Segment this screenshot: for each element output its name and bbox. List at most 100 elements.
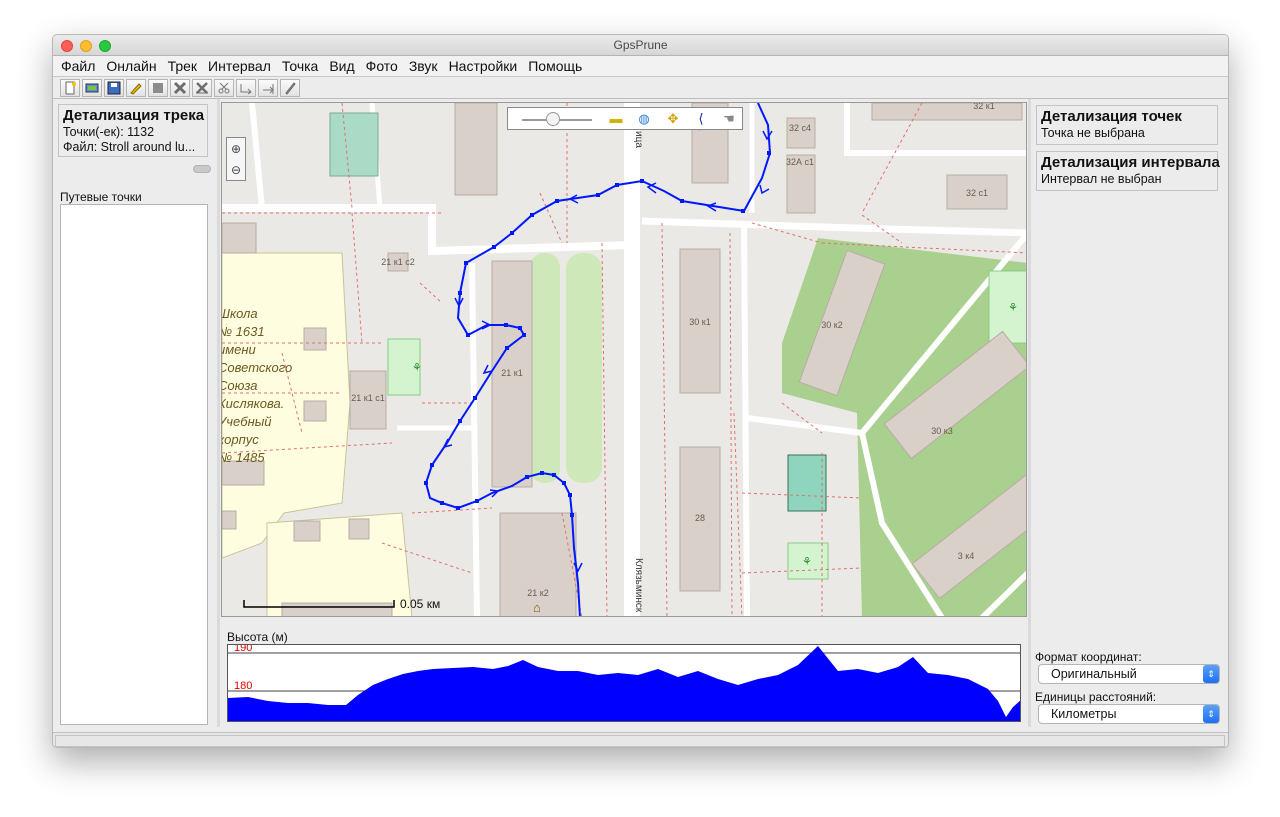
transparency-slider-knob[interactable] bbox=[546, 112, 560, 126]
right-panel: Детализация точек Точка не выбрана Детал… bbox=[1033, 101, 1226, 727]
menu-track[interactable]: Трек bbox=[165, 56, 205, 76]
menu-settings[interactable]: Настройки bbox=[446, 56, 526, 76]
map-label-21k2: 21 к2 bbox=[527, 588, 548, 598]
range-details-title: Детализация интервала bbox=[1041, 154, 1220, 171]
point-details-value: Точка не выбрана bbox=[1041, 126, 1145, 140]
school-label-line6: Кислякова. bbox=[222, 396, 284, 411]
school-label-line5: Союза bbox=[222, 378, 258, 393]
map-canvas: 21 к1 с2 21 к1 с1 21 к1 21 к2 30 к1 28 3… bbox=[222, 103, 1026, 616]
track-details-title: Детализация трека bbox=[63, 107, 205, 124]
coord-format-label: Формат координат: bbox=[1035, 650, 1142, 664]
connect-points-icon[interactable]: ⟨ bbox=[693, 111, 709, 127]
menu-online[interactable]: Онлайн bbox=[103, 56, 164, 76]
school-label-line8: корпус bbox=[222, 432, 259, 447]
point-details-box: Детализация точек Точка не выбрана bbox=[1036, 105, 1218, 145]
map-label-30k1: 30 к1 bbox=[689, 317, 710, 327]
map-label-3k4: 3 к4 bbox=[958, 551, 974, 561]
menu-photo[interactable]: Фото bbox=[363, 56, 406, 76]
delete-icon[interactable] bbox=[170, 78, 190, 97]
menu-audio[interactable]: Звук bbox=[406, 56, 446, 76]
zoom-out-button[interactable]: ⊖ bbox=[227, 159, 245, 180]
map-label-30k3: 30 к3 bbox=[931, 426, 952, 436]
left-splitter[interactable] bbox=[217, 99, 220, 727]
school-label-line3: имени bbox=[222, 342, 256, 357]
title-bar: GpsPrune bbox=[53, 35, 1228, 56]
distance-units-value: Километры bbox=[1051, 707, 1117, 721]
menu-bar: Файл Онлайн Трек Интервал Точка Вид Фото… bbox=[53, 56, 1228, 77]
menu-file[interactable]: Файл bbox=[58, 56, 103, 76]
status-field bbox=[55, 735, 1225, 747]
globe-icon[interactable]: ◍ bbox=[636, 111, 652, 127]
distance-units-select[interactable]: Километры ⇕ bbox=[1038, 704, 1220, 724]
map-label-21k1: 21 к1 bbox=[501, 368, 522, 378]
museum-icon: ⌂ bbox=[533, 600, 541, 615]
toolbar bbox=[53, 77, 1228, 99]
right-splitter[interactable] bbox=[1028, 99, 1031, 727]
map-toolbar: ▬ ◍ ✥ ⟨ ☚ bbox=[507, 107, 743, 130]
menu-view[interactable]: Вид bbox=[326, 56, 362, 76]
school-label-line2: № 1631 bbox=[222, 324, 265, 339]
range-details-box: Детализация интервала Интервал не выбран bbox=[1036, 151, 1220, 191]
scale-label: 0.05 км bbox=[400, 597, 441, 611]
waypoints-label: Путевые точки bbox=[60, 190, 142, 204]
connect-icon[interactable] bbox=[236, 78, 256, 97]
menu-help[interactable]: Помощь bbox=[525, 56, 590, 76]
coord-format-value: Оригинальный bbox=[1051, 667, 1137, 681]
point-details-title: Детализация точек bbox=[1041, 108, 1182, 125]
updown-arrow-icon[interactable]: ⇕ bbox=[1203, 705, 1219, 723]
app-window: GpsPrune Файл Онлайн Трек Интервал Точка… bbox=[52, 34, 1229, 748]
stop-icon[interactable] bbox=[148, 78, 168, 97]
pen-icon[interactable] bbox=[280, 78, 300, 97]
ruler-icon[interactable]: ▬ bbox=[608, 111, 624, 127]
save-icon[interactable] bbox=[104, 78, 124, 97]
playground-icon: ⚘ bbox=[1008, 302, 1018, 314]
range-details-value: Интервал не выбран bbox=[1041, 172, 1162, 186]
panel-scroll-handle[interactable] bbox=[193, 165, 211, 173]
map-label-32k1: 32 к1 bbox=[973, 103, 994, 111]
window-title: GpsPrune bbox=[613, 38, 668, 52]
distance-units-label: Единицы расстояний: bbox=[1035, 690, 1157, 704]
zoom-in-button[interactable]: ⊕ bbox=[227, 138, 245, 159]
playground-icon: ⚘ bbox=[802, 556, 812, 568]
playground-icon: ⚘ bbox=[412, 362, 422, 374]
open-file-icon[interactable] bbox=[82, 78, 102, 97]
menu-point[interactable]: Точка bbox=[279, 56, 326, 76]
street-label-klyazminskaya: Клязьминск bbox=[633, 558, 644, 613]
profile-canvas: 190 180 bbox=[228, 645, 1020, 721]
map-label-28: 28 bbox=[695, 513, 705, 523]
school-label-line1: Школа bbox=[222, 306, 258, 321]
map-label-32ac1: 32А с1 bbox=[786, 157, 814, 167]
waypoints-list[interactable] bbox=[60, 204, 208, 725]
street-label-top: ица bbox=[633, 131, 644, 148]
school-label-line4: Советского bbox=[222, 360, 292, 375]
map-label-21k1c1: 21 к1 с1 bbox=[351, 393, 384, 403]
coord-format-select[interactable]: Оригинальный ⇕ bbox=[1038, 664, 1220, 684]
menu-range[interactable]: Интервал bbox=[205, 56, 279, 76]
status-bar bbox=[53, 732, 1228, 747]
cut-icon[interactable] bbox=[214, 78, 234, 97]
track-details-box: Детализация трека Точки(-ек): 1132 Файл:… bbox=[58, 104, 208, 157]
map-label-32c4: 32 с4 bbox=[789, 123, 811, 133]
scroll-icon[interactable]: ✥ bbox=[665, 111, 681, 127]
profile-chart[interactable]: 190 180 bbox=[227, 644, 1021, 722]
track-points-count: Точки(-ек): 1132 bbox=[63, 125, 155, 139]
track-file-name: Файл: Stroll around lu... bbox=[63, 140, 196, 154]
profile-tick-low: 180 bbox=[234, 680, 252, 692]
altitude-profile[interactable]: Высота (м) 190 180 bbox=[221, 625, 1027, 725]
append-icon[interactable] bbox=[258, 78, 278, 97]
profile-label: Высота (м) bbox=[227, 630, 288, 644]
left-panel: Детализация трека Точки(-ек): 1132 Файл:… bbox=[55, 101, 217, 725]
school-label-line7: Учебный bbox=[222, 414, 272, 429]
edit-icon[interactable] bbox=[126, 78, 146, 97]
map-label-30k2: 30 к2 bbox=[821, 320, 842, 330]
updown-arrow-icon[interactable]: ⇕ bbox=[1203, 665, 1219, 683]
zoom-controls: ⊕ ⊖ bbox=[226, 137, 246, 181]
delete-range-icon[interactable] bbox=[192, 78, 212, 97]
map-label-32c1: 32 с1 bbox=[966, 188, 988, 198]
profile-tick-high: 190 bbox=[234, 645, 252, 654]
new-file-icon[interactable] bbox=[60, 78, 80, 97]
hand-icon[interactable]: ☚ bbox=[721, 111, 737, 127]
map-label-21k1c2: 21 к1 с2 bbox=[381, 257, 414, 267]
school-label-line9: № 1485 bbox=[222, 450, 265, 465]
map-view[interactable]: 21 к1 с2 21 к1 с1 21 к1 21 к2 30 к1 28 3… bbox=[221, 102, 1027, 617]
